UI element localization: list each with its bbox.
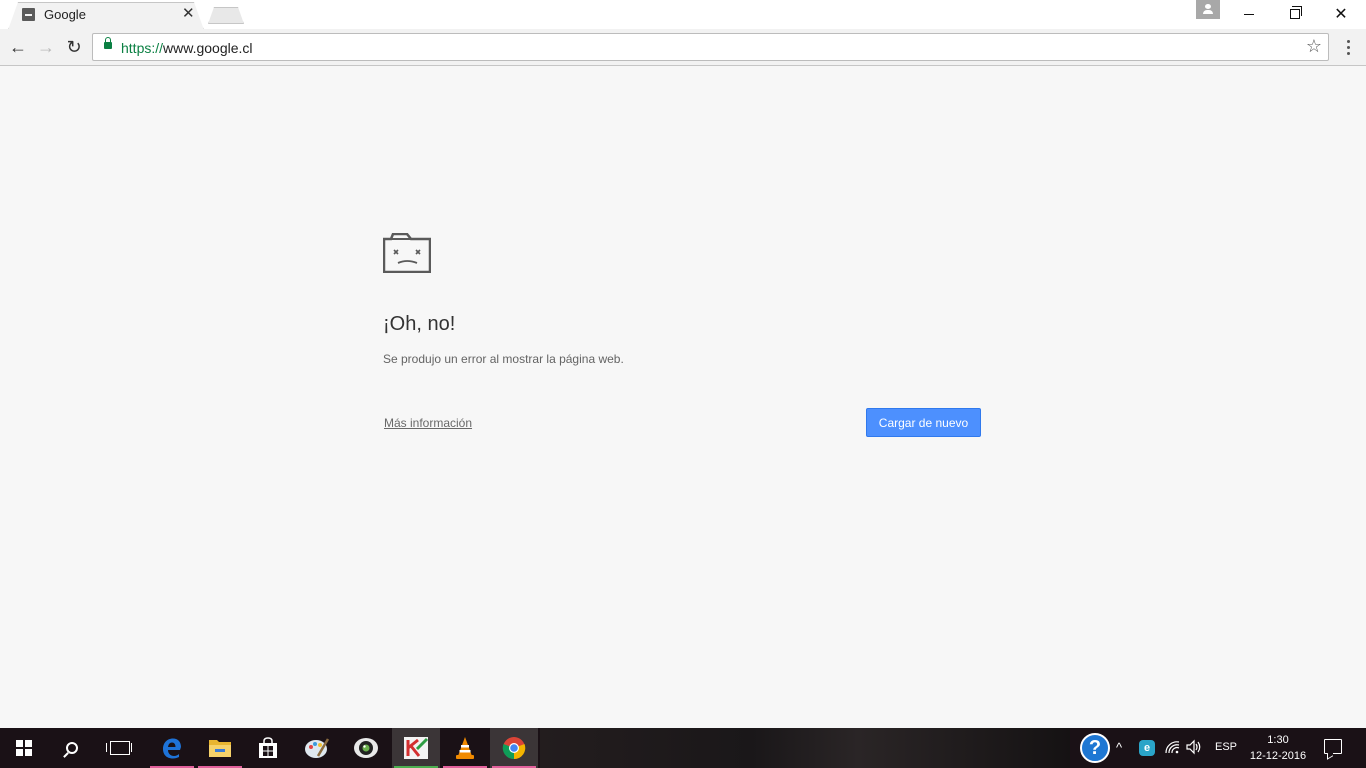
taskbar-vlc[interactable] <box>441 728 489 768</box>
minimize-icon <box>1244 13 1254 15</box>
clock-time: 1:30 <box>1267 734 1289 746</box>
browser-toolbar: ← → ↻ https://www.google.cl ☆ <box>0 29 1366 66</box>
error-page: ¡Oh, no! Se produjo un error al mostrar … <box>0 67 1366 728</box>
edge-icon <box>163 738 181 759</box>
taskbar-store[interactable] <box>244 728 292 768</box>
back-button[interactable]: ← <box>6 35 30 59</box>
address-bar[interactable]: https://www.google.cl ☆ <box>92 33 1329 61</box>
url-text[interactable]: https://www.google.cl <box>121 40 253 56</box>
title-bar: Google ✕ ✕ <box>0 0 1366 29</box>
kaspersky-icon <box>404 737 429 759</box>
taskbar-kaspersky[interactable] <box>392 728 440 768</box>
show-hidden-icons-chevron-icon[interactable]: ^ <box>1116 740 1122 755</box>
profile-button[interactable] <box>1196 0 1220 19</box>
task-view-button[interactable] <box>96 728 144 768</box>
vlc-cone-icon <box>456 737 474 759</box>
tab-google[interactable] <box>8 2 204 30</box>
windows-logo-icon <box>16 740 32 756</box>
tab-title: Google <box>44 7 86 22</box>
taskbar-paint[interactable] <box>293 728 341 768</box>
action-center-icon[interactable] <box>1324 739 1342 754</box>
clock-date: 12-12-2016 <box>1249 750 1307 762</box>
taskbar-edge[interactable] <box>148 728 196 768</box>
paint-palette-icon <box>305 738 330 758</box>
url-host: www.google.cl <box>163 40 253 56</box>
store-icon <box>259 737 277 758</box>
taskbar-camera-app[interactable] <box>342 728 390 768</box>
search-button[interactable] <box>48 728 96 768</box>
close-icon: ✕ <box>1334 6 1348 23</box>
sad-tab-icon <box>383 233 431 273</box>
volume-icon[interactable] <box>1185 739 1203 755</box>
reload-page-button[interactable]: Cargar de nuevo <box>866 408 981 437</box>
language-indicator[interactable]: ESP <box>1215 741 1237 753</box>
sad-page-favicon-icon <box>22 8 35 21</box>
taskbar-background <box>540 728 1070 768</box>
error-description: Se produjo un error al mostrar la página… <box>383 352 624 366</box>
taskbar: ? ^ e ESP 1:30 12-12-2016 <box>0 728 1366 768</box>
help-icon[interactable]: ? <box>1080 733 1110 763</box>
error-title: ¡Oh, no! <box>383 313 456 335</box>
chrome-icon <box>502 737 526 760</box>
tab-close-icon[interactable]: ✕ <box>182 6 195 21</box>
bookmark-star-icon[interactable]: ☆ <box>1306 36 1322 57</box>
restore-button[interactable] <box>1272 0 1318 28</box>
taskbar-file-explorer[interactable] <box>196 728 244 768</box>
url-scheme: https:// <box>121 40 164 56</box>
reload-icon: ↻ <box>66 36 82 57</box>
wifi-icon[interactable] <box>1164 740 1180 754</box>
folder-icon <box>209 740 231 757</box>
arrow-left-icon: ← <box>9 36 27 57</box>
close-window-button[interactable]: ✕ <box>1318 0 1364 28</box>
taskbar-chrome[interactable] <box>490 728 538 768</box>
search-icon <box>66 742 78 754</box>
new-tab-button[interactable] <box>208 7 244 24</box>
restore-icon <box>1290 6 1302 19</box>
minimize-button[interactable] <box>1226 0 1272 28</box>
more-info-link[interactable]: Más información <box>384 416 472 430</box>
clock[interactable]: 1:30 12-12-2016 <box>1246 732 1310 764</box>
start-button[interactable] <box>0 728 48 768</box>
lock-icon[interactable] <box>104 37 112 49</box>
reload-button[interactable]: ↻ <box>62 35 86 59</box>
forward-button[interactable]: → <box>34 35 58 59</box>
tray-app-icon[interactable]: e <box>1139 740 1155 756</box>
chrome-menu-icon[interactable] <box>1340 35 1356 59</box>
arrow-right-icon: → <box>37 36 55 57</box>
task-view-icon <box>106 741 132 755</box>
webcam-icon <box>354 738 378 758</box>
